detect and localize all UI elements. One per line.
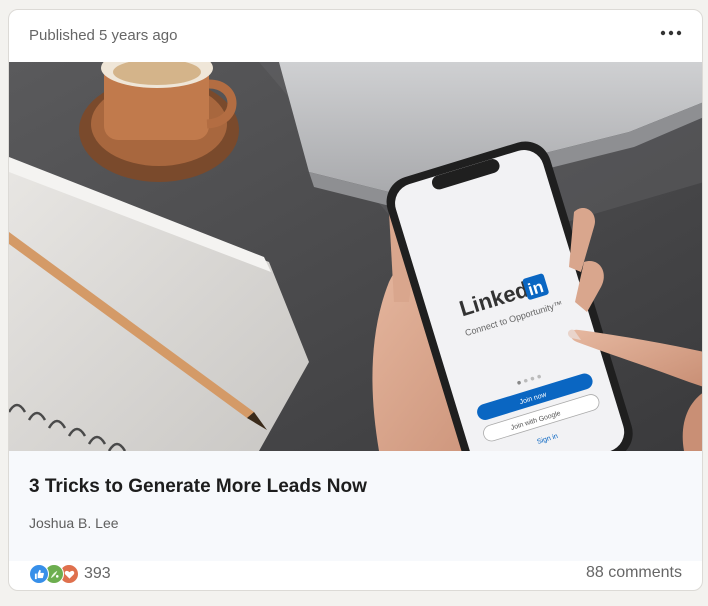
article-title[interactable]: 3 Tricks to Generate More Leads Now	[29, 476, 367, 498]
hand-holding-phone-photo: Linked in Connect to Opportunity™ Join n…	[9, 62, 702, 451]
article-card: Published 5 years ago Linked in Connect …	[8, 9, 703, 591]
ellipsis-icon	[660, 30, 682, 36]
reaction-icons	[29, 564, 79, 584]
more-options-button[interactable]	[656, 22, 686, 44]
article-author: Joshua B. Lee	[29, 515, 119, 531]
like-icon	[29, 564, 49, 584]
comments-count[interactable]: 88 comments	[586, 564, 682, 582]
reaction-count: 393	[84, 565, 111, 582]
social-counts: 393 88 comments	[9, 561, 702, 590]
article-cover-image[interactable]: Linked in Connect to Opportunity™ Join n…	[9, 62, 702, 451]
reactions-summary[interactable]: 393	[29, 563, 111, 585]
card-header: Published 5 years ago	[9, 10, 702, 62]
article-content: 3 Tricks to Generate More Leads Now Josh…	[9, 451, 702, 561]
published-date: Published 5 years ago	[29, 27, 178, 44]
